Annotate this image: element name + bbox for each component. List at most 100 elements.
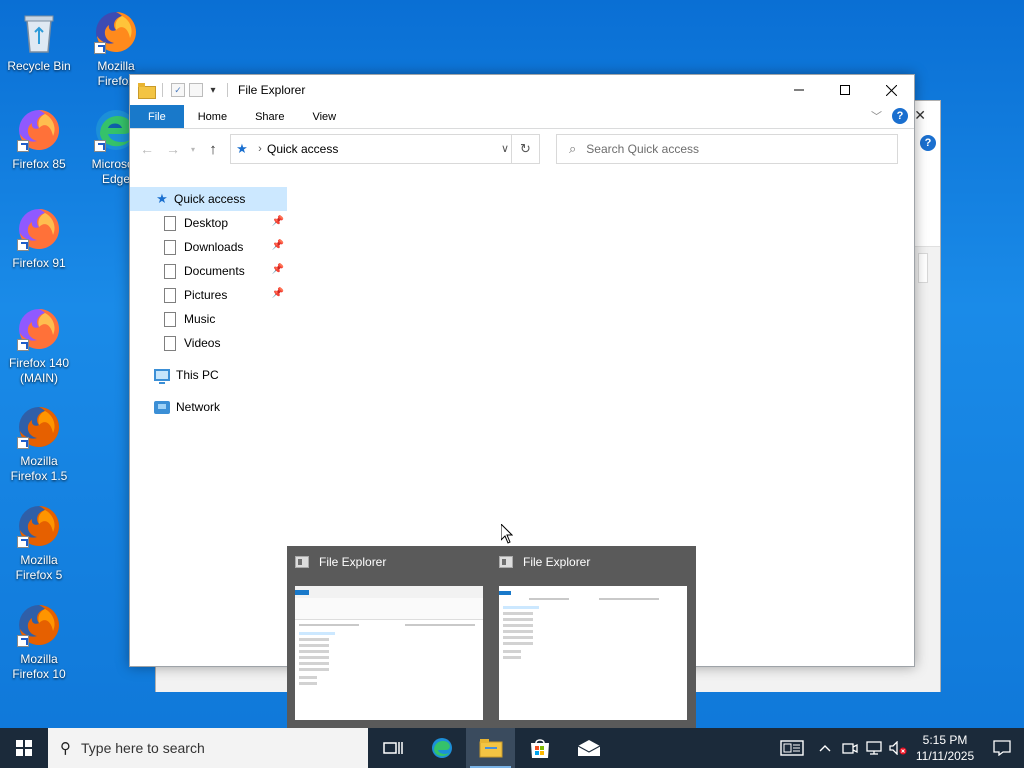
shortcut-arrow-icon <box>17 536 29 548</box>
shortcut-arrow-icon <box>17 339 29 351</box>
mini-search <box>405 624 475 626</box>
news-widget-icon[interactable] <box>772 728 812 768</box>
back-button[interactable]: ← <box>136 141 158 157</box>
tab-home[interactable]: Home <box>184 105 241 128</box>
window-controls <box>776 75 914 105</box>
network-status-icon[interactable] <box>862 728 886 768</box>
task-view-icon <box>382 742 403 754</box>
recent-locations-button[interactable]: ▾ <box>188 145 198 154</box>
divider <box>227 83 228 97</box>
window-thumbnail[interactable]: File Explorer <box>491 546 695 728</box>
search-box[interactable]: ⌕ <box>556 134 898 164</box>
nav-item-label: Pictures <box>184 288 228 302</box>
system-clock[interactable]: 5:15 PM 11/11/2025 <box>910 732 980 764</box>
videos-folder-icon <box>164 335 176 351</box>
shortcut-arrow-icon <box>94 42 106 54</box>
thumbnail-image <box>295 586 483 720</box>
close-icon[interactable]: ✕ <box>914 107 926 124</box>
refresh-button[interactable]: ↻ <box>511 135 539 163</box>
nav-item-desktop[interactable]: Desktop 📌 <box>130 211 288 235</box>
mini-nav-item <box>299 644 329 647</box>
clock-date: 11/11/2025 <box>915 749 975 763</box>
mini-address <box>299 624 359 626</box>
thumbnail-title-row: File Explorer <box>499 554 687 570</box>
mini-nav-item <box>299 650 329 653</box>
tab-file[interactable]: File <box>130 105 184 128</box>
expand-ribbon-icon[interactable]: ﹀ <box>871 108 882 124</box>
breadcrumb[interactable]: Quick access <box>267 142 338 156</box>
desktop-icon-recycle-bin[interactable]: Recycle Bin <box>1 8 77 74</box>
new-folder-icon[interactable] <box>189 83 203 97</box>
nav-item-this-pc[interactable]: This PC <box>130 363 288 387</box>
nav-item-downloads[interactable]: Downloads 📌 <box>130 235 288 259</box>
file-explorer-icon <box>295 556 309 568</box>
nav-item-pictures[interactable]: Pictures 📌 <box>130 283 288 307</box>
start-button[interactable] <box>0 728 48 768</box>
taskbar-file-explorer-button[interactable] <box>466 728 515 768</box>
nav-item-music[interactable]: Music <box>130 307 288 331</box>
file-explorer-icon <box>499 556 513 568</box>
shortcut-arrow-icon <box>17 437 29 449</box>
desktop-icon-label: Mozilla Firefox 10 <box>12 652 66 681</box>
notification-center-button[interactable] <box>980 728 1024 768</box>
desktop-icon-firefox-91[interactable]: Firefox 91 <box>1 205 77 271</box>
desktop-icon-firefox-10[interactable]: Mozilla Firefox 10 <box>1 601 77 682</box>
show-hidden-icons-chevron-icon[interactable] <box>812 728 838 768</box>
firefox-icon <box>15 305 63 353</box>
taskbar-search-input[interactable] <box>81 740 341 756</box>
desktop-icon-firefox-85[interactable]: Firefox 85 <box>1 106 77 172</box>
mini-address <box>529 598 569 600</box>
taskbar-mail-button[interactable] <box>564 728 613 768</box>
mini-nav-item <box>503 656 521 659</box>
desktop-icon-firefox-140[interactable]: Firefox 140 (MAIN) <box>1 305 77 386</box>
background-window-scrollbar[interactable] <box>918 253 928 283</box>
search-icon: ⚲ <box>60 740 71 757</box>
taskbar-store-button[interactable] <box>515 728 564 768</box>
mini-nav-item <box>299 656 329 659</box>
up-button[interactable]: ↑ <box>202 141 224 158</box>
firefox-icon <box>15 601 63 649</box>
nav-item-documents[interactable]: Documents 📌 <box>130 259 288 283</box>
search-input[interactable] <box>586 142 877 156</box>
title-bar[interactable]: ✓ ▾ File Explorer <box>130 75 914 105</box>
quick-access-star-icon: ★ <box>236 141 248 156</box>
meet-now-icon[interactable] <box>838 728 862 768</box>
address-dropdown-icon[interactable]: ∨ <box>501 142 509 155</box>
close-button[interactable] <box>868 75 914 105</box>
desktop-icon-firefox-5[interactable]: Mozilla Firefox 5 <box>1 502 77 583</box>
minimize-button[interactable] <box>776 75 822 105</box>
nav-item-quick-access[interactable]: ★ Quick access <box>130 187 287 211</box>
desktop-folder-icon <box>164 215 176 231</box>
help-icon[interactable]: ? <box>892 108 908 124</box>
volume-muted-icon[interactable] <box>886 728 910 768</box>
address-bar[interactable]: ★ › Quick access ∨ ↻ <box>230 134 540 164</box>
taskbar-edge-button[interactable] <box>417 728 466 768</box>
ribbon-right-controls: ﹀ ? <box>871 108 908 124</box>
tab-view[interactable]: View <box>298 105 350 128</box>
properties-icon[interactable]: ✓ <box>171 83 185 97</box>
desktop-icon-firefox-1-5[interactable]: Mozilla Firefox 1.5 <box>1 403 77 484</box>
nav-item-label: Music <box>184 312 216 326</box>
tab-share[interactable]: Share <box>241 105 298 128</box>
thumbnail-image <box>499 586 687 720</box>
nav-item-label: Network <box>176 400 221 414</box>
task-view-button[interactable] <box>368 728 417 768</box>
maximize-button[interactable] <box>822 75 868 105</box>
music-folder-icon <box>164 311 176 327</box>
notification-icon <box>993 740 1011 756</box>
customize-toolbar-icon[interactable]: ▾ <box>207 85 219 96</box>
firefox-icon <box>15 502 63 550</box>
help-icon[interactable]: ? <box>920 135 936 151</box>
window-thumbnail[interactable]: File Explorer <box>287 546 491 728</box>
forward-button[interactable]: → <box>162 141 184 157</box>
windows-logo-icon <box>16 740 32 756</box>
mini-nav-item <box>503 612 533 615</box>
edge-icon <box>431 738 452 758</box>
nav-item-label: Desktop <box>184 216 229 230</box>
taskbar-search-box[interactable]: ⚲ <box>48 728 368 768</box>
nav-item-videos[interactable]: Videos <box>130 331 288 355</box>
breadcrumb-chevron-icon[interactable]: › <box>253 143 267 155</box>
nav-item-network[interactable]: Network <box>130 395 288 419</box>
